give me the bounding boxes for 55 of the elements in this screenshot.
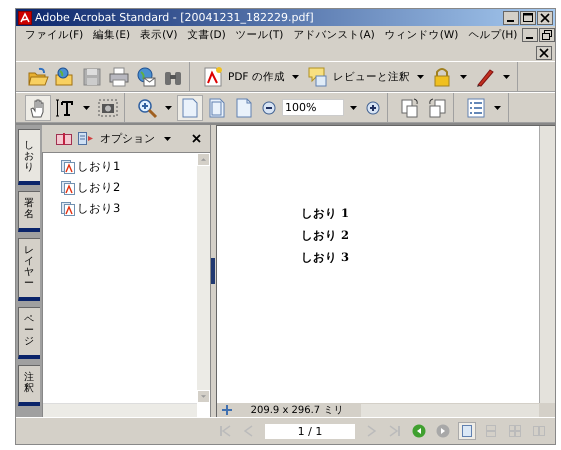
actual-size-page-icon[interactable] bbox=[178, 96, 202, 120]
pdf-bookmark-icon bbox=[61, 160, 75, 174]
side-tab[interactable]: 注釈 bbox=[18, 365, 40, 406]
close-icon[interactable] bbox=[536, 46, 552, 60]
menu-item[interactable]: 表示(V) bbox=[135, 28, 182, 42]
scrollbar[interactable] bbox=[361, 404, 539, 416]
document-text: しおり 1 bbox=[301, 206, 350, 222]
page-number-field[interactable]: 1 / 1 bbox=[265, 424, 355, 438]
restore-icon[interactable] bbox=[539, 28, 556, 42]
menu-item[interactable]: アドバンスト(A) bbox=[288, 28, 380, 42]
hand-tool-icon[interactable] bbox=[26, 96, 50, 120]
pdf-bookmark-icon bbox=[61, 180, 75, 194]
document-text: しおり 3 bbox=[301, 250, 350, 266]
scroll-down-icon[interactable] bbox=[197, 390, 210, 403]
close-icon[interactable] bbox=[192, 134, 201, 143]
bookmark-item[interactable]: しおり2 bbox=[61, 177, 197, 198]
menu-item[interactable]: ツール(T) bbox=[230, 28, 288, 42]
page-arrow-icon[interactable] bbox=[78, 132, 94, 145]
pdf-bookmark-icon bbox=[61, 202, 75, 216]
scrollbar[interactable] bbox=[539, 126, 555, 403]
menu-item[interactable]: ファイル(F) bbox=[20, 28, 88, 42]
close-icon[interactable] bbox=[537, 10, 553, 24]
minimize-icon[interactable] bbox=[522, 28, 538, 42]
menu-item[interactable]: ヘルプ(H) bbox=[463, 28, 522, 42]
minimize-icon[interactable] bbox=[503, 10, 519, 24]
caret-icon[interactable] bbox=[347, 106, 360, 110]
create-pdf-button[interactable]: PDF の作成 bbox=[200, 64, 286, 88]
caret-icon[interactable] bbox=[491, 106, 504, 110]
page-size-icon bbox=[221, 404, 233, 416]
review-comment-button[interactable]: レビューと注釈 bbox=[304, 64, 411, 88]
acrobat-icon bbox=[18, 10, 32, 24]
side-tab[interactable]: ページ bbox=[18, 307, 40, 359]
menu-item[interactable]: 文書(D) bbox=[182, 28, 231, 42]
printer-icon[interactable] bbox=[107, 64, 131, 88]
bookmark-item[interactable]: しおり1 bbox=[61, 156, 197, 177]
zoom-field[interactable]: 100% bbox=[282, 99, 344, 116]
caret-icon[interactable] bbox=[80, 106, 93, 110]
options-menu[interactable]: オプション bbox=[100, 131, 155, 146]
document-text: しおり 2 bbox=[301, 228, 350, 244]
menu-item[interactable]: 編集(E) bbox=[88, 28, 136, 42]
caret-icon[interactable] bbox=[161, 136, 174, 140]
page-size-text: 209.9 x 296.7 ミリ bbox=[250, 404, 344, 417]
side-tab[interactable]: レイヤー bbox=[18, 238, 40, 301]
book-icon[interactable] bbox=[56, 132, 72, 144]
menu-item[interactable]: ウィンドウ(W) bbox=[380, 28, 464, 42]
bookmark-item[interactable]: しおり3 bbox=[61, 198, 197, 219]
side-tab[interactable]: しおり bbox=[18, 129, 40, 185]
back-icon[interactable] bbox=[411, 423, 427, 439]
single-page-icon[interactable] bbox=[459, 423, 475, 439]
side-tab[interactable]: 署名 bbox=[18, 191, 40, 232]
caret-icon[interactable] bbox=[162, 106, 175, 110]
scroll-up-icon[interactable] bbox=[197, 153, 210, 166]
maximize-icon[interactable] bbox=[520, 10, 536, 24]
scrollbar[interactable] bbox=[197, 153, 210, 403]
window-title: Adobe Acrobat Standard - [20041231_182229.pdf] bbox=[35, 11, 315, 24]
